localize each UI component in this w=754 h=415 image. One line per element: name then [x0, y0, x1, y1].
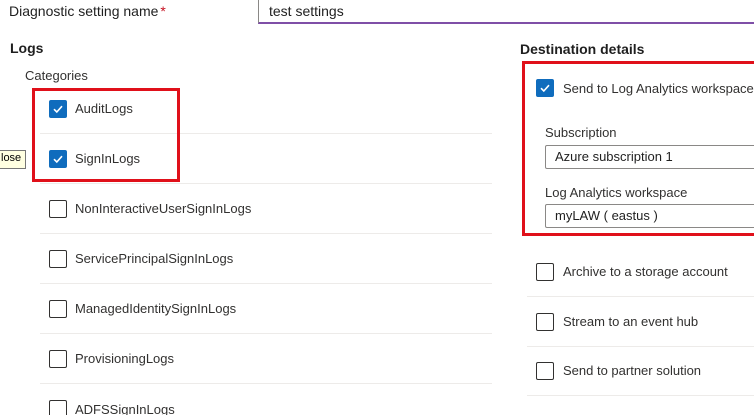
category-row-auditlogs[interactable]: AuditLogs — [40, 84, 492, 134]
noninteractive-checkbox[interactable] — [49, 199, 67, 218]
category-label: ServicePrincipalSignInLogs — [75, 251, 234, 266]
archive-storage-row[interactable]: Archive to a storage account — [527, 247, 754, 297]
event-hub-checkbox[interactable] — [536, 312, 554, 331]
log-analytics-checkbox[interactable] — [536, 79, 554, 97]
checkmark-icon — [53, 155, 63, 163]
partner-solution-checkbox[interactable] — [536, 361, 554, 380]
category-row-managedidentity[interactable]: ManagedIdentitySignInLogs — [40, 284, 492, 334]
subscription-label: Subscription — [545, 125, 617, 140]
workspace-label: Log Analytics workspace — [545, 185, 688, 200]
workspace-dropdown[interactable]: myLAW ( eastus ) — [545, 204, 754, 228]
setting-name-input[interactable]: test settings — [258, 0, 754, 24]
archive-storage-label: Archive to a storage account — [563, 264, 728, 279]
provisioning-checkbox[interactable] — [49, 349, 67, 368]
category-label: ADFSSignInLogs — [75, 401, 175, 415]
category-label: ProvisioningLogs — [75, 351, 175, 366]
category-row-noninteractive[interactable]: NonInteractiveUserSignInLogs — [40, 184, 492, 234]
event-hub-label: Stream to an event hub — [563, 314, 699, 329]
setting-name-label: Diagnostic setting name * — [9, 3, 166, 19]
subscription-dropdown[interactable]: Azure subscription 1 — [545, 145, 754, 169]
partner-solution-row[interactable]: Send to partner solution — [527, 346, 754, 396]
checkmark-icon — [53, 105, 63, 113]
category-row-adfs[interactable]: ADFSSignInLogs — [40, 384, 492, 415]
log-analytics-row[interactable]: Send to Log Analytics workspace — [527, 63, 754, 113]
auditlogs-checkbox[interactable] — [49, 99, 67, 118]
event-hub-row[interactable]: Stream to an event hub — [527, 297, 754, 347]
serviceprincipal-checkbox[interactable] — [49, 249, 67, 268]
category-row-serviceprincipal[interactable]: ServicePrincipalSignInLogs — [40, 234, 492, 284]
partner-solution-label: Send to partner solution — [563, 363, 702, 378]
category-label: SignInLogs — [75, 151, 141, 166]
logs-title: Logs — [10, 40, 44, 56]
signinlogs-checkbox[interactable] — [49, 149, 67, 168]
categories-label: Categories — [25, 68, 88, 83]
category-label: AuditLogs — [75, 101, 133, 116]
category-label: NonInteractiveUserSignInLogs — [75, 201, 252, 216]
category-label: ManagedIdentitySignInLogs — [75, 301, 237, 316]
destination-title: Destination details — [520, 41, 645, 57]
managedidentity-checkbox[interactable] — [49, 299, 67, 318]
adfs-checkbox[interactable] — [49, 400, 67, 415]
category-row-provisioning[interactable]: ProvisioningLogs — [40, 334, 492, 384]
required-marker: * — [160, 3, 166, 19]
close-tooltip: lose — [0, 150, 27, 169]
setting-name-text: Diagnostic setting name — [9, 3, 159, 19]
log-analytics-label: Send to Log Analytics workspace — [563, 80, 754, 96]
category-row-signinlogs[interactable]: SignInLogs — [40, 134, 492, 184]
archive-storage-checkbox[interactable] — [536, 262, 554, 281]
checkmark-icon — [540, 84, 550, 93]
